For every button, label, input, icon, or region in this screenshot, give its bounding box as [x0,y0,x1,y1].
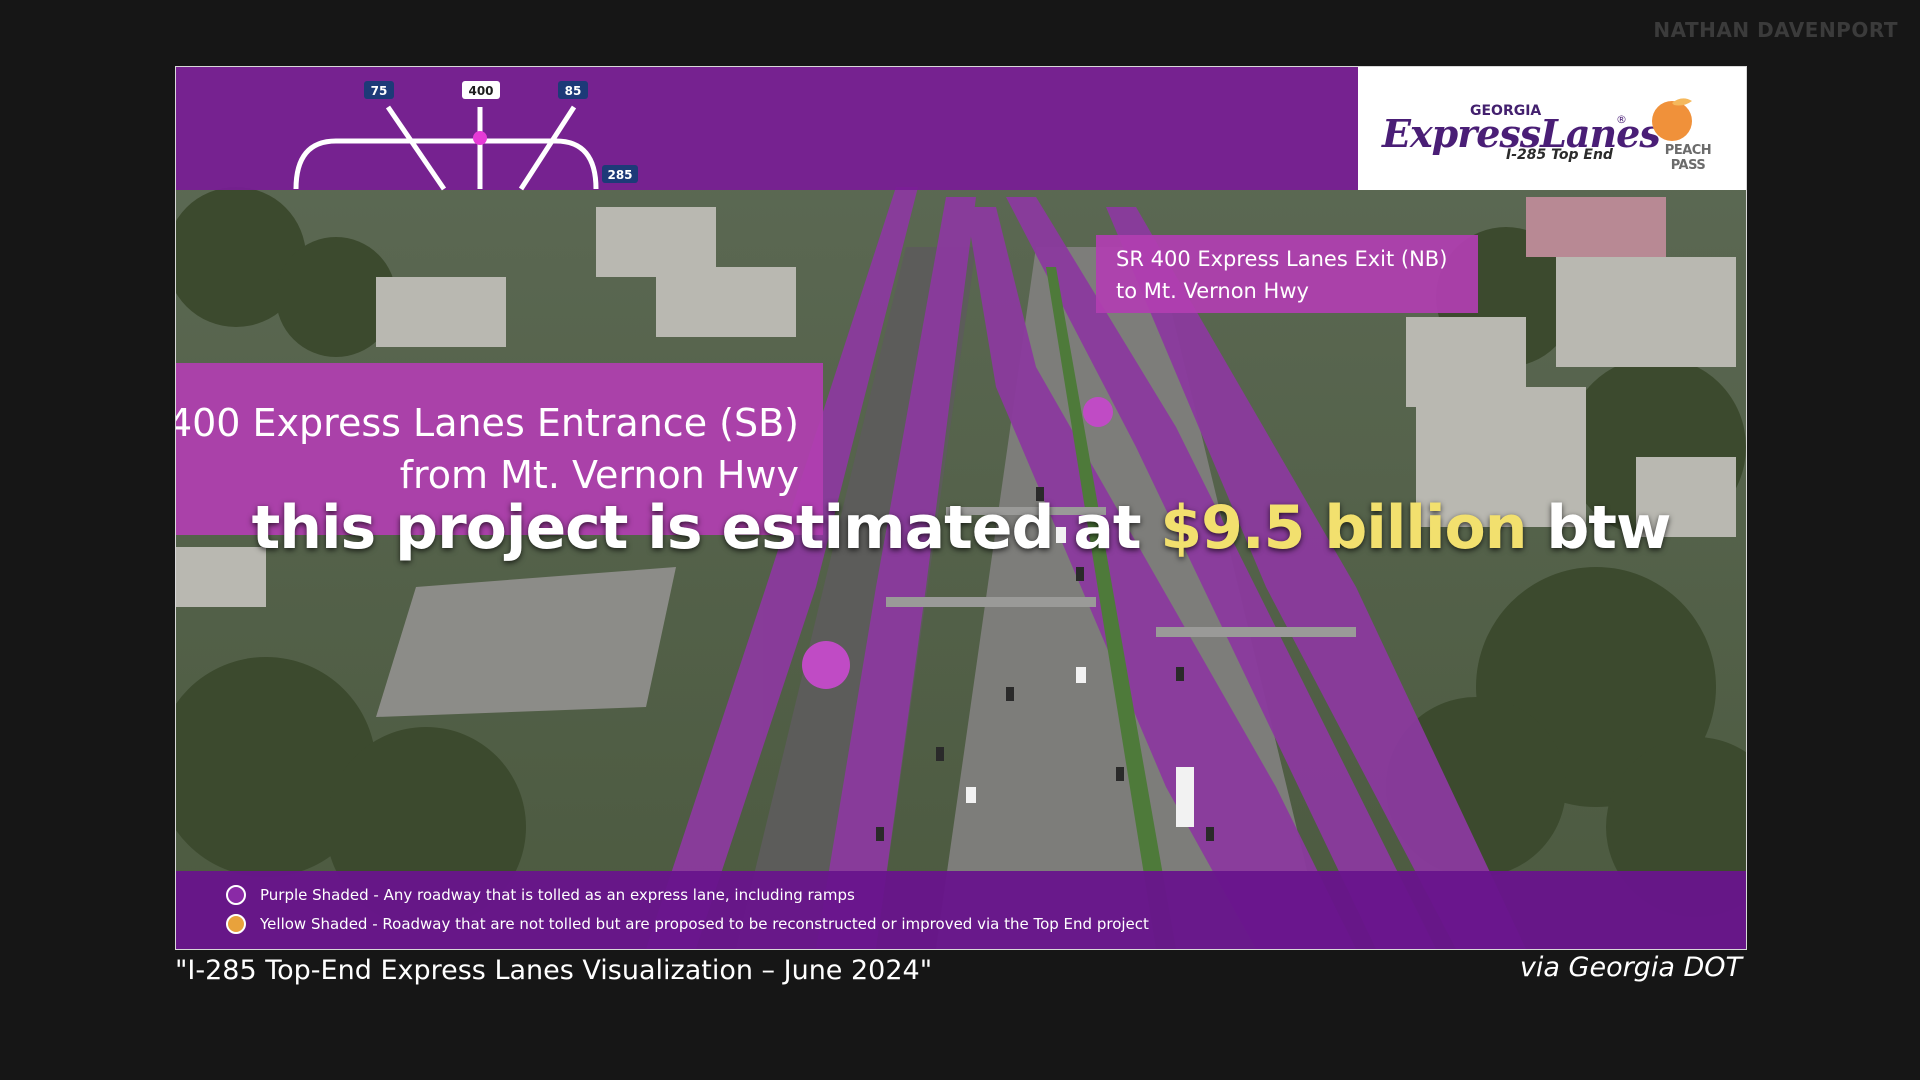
peach-pass-label: PEACH PASS [1664,143,1712,173]
peach-icon [1652,98,1692,141]
subtitle-before: this project is estimated at [251,493,1161,563]
logo-subtitle: I-285 Top End [1506,147,1613,163]
callout-exit-line1: SR 400 Express Lanes Exit (NB) [1116,247,1448,271]
visualization-frame: 75 400 85 285 N GEORGIA ExpressLanes ® I… [175,66,1747,950]
callout-entrance-line2: from Mt. Vernon Hwy [399,453,799,497]
legend-label-yellow: Yellow Shaded - Roadway that are not tol… [260,915,1149,933]
shield-85: 85 [565,84,582,98]
subtitle-after: btw [1526,493,1671,563]
shield-400: 400 [468,84,493,98]
callout-exit-line2: to Mt. Vernon Hwy [1116,279,1309,303]
callout-exit-nb: SR 400 Express Lanes Exit (NB) to Mt. Ve… [1096,235,1478,313]
subtitle-highlight: $9.5 billion [1160,493,1527,563]
channel-watermark: NATHAN DAVENPORT [1653,18,1898,42]
callout-entrance-line1: SR 400 Express Lanes Entrance (SB) [176,401,799,445]
shield-75: 75 [371,84,388,98]
legend-item-yellow: Yellow Shaded - Roadway that are not tol… [226,912,1149,936]
yellow-swatch-icon [226,914,246,934]
image-caption: "I-285 Top-End Express Lanes Visualizati… [175,955,933,986]
interchange-map-diagram: 75 400 85 285 N [293,81,638,191]
video-subtitle: this project is estimated at $9.5 billio… [176,493,1746,563]
legend-item-purple: Purple Shaded - Any roadway that is toll… [226,883,855,907]
source-credit: via Georgia DOT [1519,952,1742,983]
map-legend: Purple Shaded - Any roadway that is toll… [176,871,1746,949]
legend-label-purple: Purple Shaded - Any roadway that is toll… [260,886,855,904]
shield-285: 285 [607,168,632,182]
purple-swatch-icon [226,885,246,905]
express-lanes-logo: GEORGIA ExpressLanes ® I-285 Top End PEA… [1358,67,1746,190]
logo-registered: ® [1616,113,1627,126]
